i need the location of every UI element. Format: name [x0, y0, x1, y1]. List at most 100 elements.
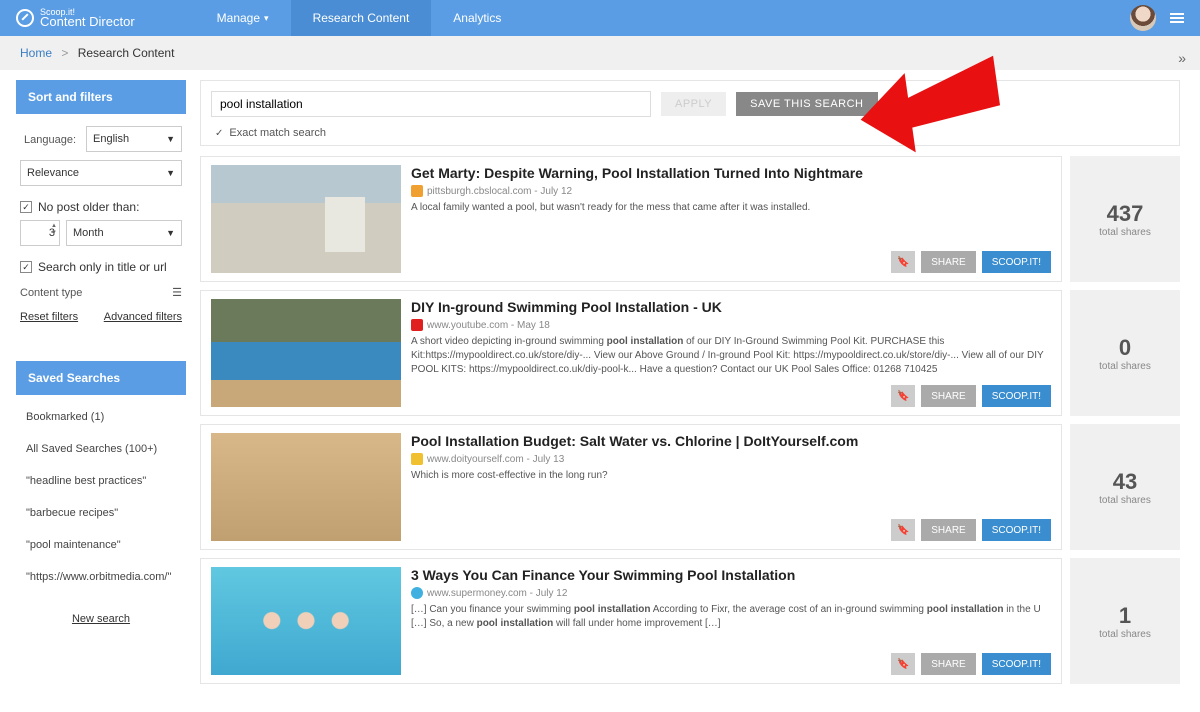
- content-area: APPLY SAVE THIS SEARCH ✓ Exact match sea…: [200, 80, 1180, 692]
- bookmark-button[interactable]: 🔖: [891, 251, 915, 273]
- bookmark-button[interactable]: 🔖: [891, 385, 915, 407]
- new-search-link[interactable]: New search: [72, 613, 130, 625]
- reset-filters-link[interactable]: Reset filters: [20, 311, 78, 323]
- result-meta: pittsburgh.cbslocal.com - July 12: [411, 185, 1051, 197]
- saved-search-item[interactable]: All Saved Searches (100+): [16, 433, 186, 465]
- source-icon: [411, 319, 423, 331]
- nav-manage[interactable]: Manage▾: [195, 0, 291, 36]
- chevron-down-icon: ▼: [166, 228, 175, 238]
- title-url-checkbox[interactable]: ✓: [20, 261, 32, 273]
- result-thumbnail[interactable]: [211, 165, 401, 273]
- result-card: Pool Installation Budget: Salt Water vs.…: [200, 424, 1062, 550]
- result-description: Which is more cost-effective in the long…: [411, 469, 1051, 483]
- nav-analytics[interactable]: Analytics: [431, 0, 523, 36]
- advanced-filters-link[interactable]: Advanced filters: [104, 311, 182, 323]
- scoopit-button[interactable]: SCOOP.IT!: [982, 385, 1051, 407]
- language-label: Language:: [24, 134, 76, 146]
- chevron-down-icon: ▼: [166, 134, 175, 144]
- shares-label: total shares: [1099, 361, 1151, 372]
- saved-searches-list: Bookmarked (1)All Saved Searches (100+)"…: [16, 395, 186, 599]
- result-row: Pool Installation Budget: Salt Water vs.…: [200, 424, 1180, 550]
- share-button[interactable]: SHARE: [921, 251, 975, 273]
- logo[interactable]: Scoop.it!Content Director: [16, 8, 135, 28]
- result-meta: www.youtube.com - May 18: [411, 319, 1051, 331]
- result-description: A local family wanted a pool, but wasn't…: [411, 201, 1051, 215]
- chevron-down-icon: ▾: [264, 13, 269, 24]
- sort-select[interactable]: Relevance▼: [20, 160, 182, 186]
- result-description: A short video depicting in-ground swimmi…: [411, 335, 1051, 377]
- exact-match-label: Exact match search: [229, 127, 326, 139]
- saved-search-item[interactable]: "pool maintenance": [16, 529, 186, 561]
- menu-icon[interactable]: [1170, 13, 1184, 23]
- save-search-button[interactable]: SAVE THIS SEARCH: [736, 92, 877, 116]
- result-thumbnail[interactable]: [211, 433, 401, 541]
- saved-search-item[interactable]: "https://www.orbitmedia.com/": [16, 561, 186, 593]
- title-url-label: Search only in title or url: [38, 260, 167, 274]
- result-row: 3 Ways You Can Finance Your Swimming Poo…: [200, 558, 1180, 684]
- breadcrumb: Home > Research Content »: [0, 36, 1200, 70]
- result-description: […] Can you finance your swimming pool i…: [411, 603, 1051, 631]
- apply-button[interactable]: APPLY: [661, 92, 726, 116]
- no-older-label: No post older than:: [38, 200, 139, 214]
- brand-name: Content Director: [40, 14, 135, 29]
- filters-header: Sort and filters: [16, 80, 186, 114]
- age-unit-select[interactable]: Month▼: [66, 220, 182, 246]
- result-thumbnail[interactable]: [211, 567, 401, 675]
- collapse-sidebar-icon[interactable]: »: [1178, 50, 1186, 66]
- shares-box: 1total shares: [1070, 558, 1180, 684]
- language-select[interactable]: English▼: [86, 126, 182, 152]
- source-icon: [411, 587, 423, 599]
- topbar: Scoop.it!Content Director Manage▾ Resear…: [0, 0, 1200, 36]
- shares-count: 1: [1119, 603, 1131, 629]
- chevron-down-icon: ▼: [166, 168, 175, 178]
- scoopit-button[interactable]: SCOOP.IT!: [982, 653, 1051, 675]
- no-older-checkbox[interactable]: ✓: [20, 201, 32, 213]
- shares-count: 0: [1119, 335, 1131, 361]
- shares-label: total shares: [1099, 495, 1151, 506]
- shares-label: total shares: [1099, 227, 1151, 238]
- share-button[interactable]: SHARE: [921, 653, 975, 675]
- age-number-input[interactable]: 3 ▲▼: [20, 220, 60, 246]
- bookmark-button[interactable]: 🔖: [891, 653, 915, 675]
- source-icon: [411, 185, 423, 197]
- source-icon: [411, 453, 423, 465]
- shares-box: 43total shares: [1070, 424, 1180, 550]
- scoopit-button[interactable]: SCOOP.IT!: [982, 251, 1051, 273]
- result-meta: www.doityourself.com - July 13: [411, 453, 1051, 465]
- content-type-label: Content type: [20, 287, 82, 299]
- shares-label: total shares: [1099, 629, 1151, 640]
- bookmark-button[interactable]: 🔖: [891, 519, 915, 541]
- result-row: Get Marty: Despite Warning, Pool Install…: [200, 156, 1180, 282]
- saved-search-item[interactable]: "barbecue recipes": [16, 497, 186, 529]
- exact-match-checkbox[interactable]: ✓: [215, 128, 223, 139]
- top-nav: Manage▾ Research Content Analytics: [195, 0, 524, 36]
- result-card: 3 Ways You Can Finance Your Swimming Poo…: [200, 558, 1062, 684]
- compass-icon: [16, 9, 34, 27]
- result-card: Get Marty: Despite Warning, Pool Install…: [200, 156, 1062, 282]
- results-list: Get Marty: Despite Warning, Pool Install…: [200, 156, 1180, 684]
- scoopit-button[interactable]: SCOOP.IT!: [982, 519, 1051, 541]
- result-title[interactable]: Pool Installation Budget: Salt Water vs.…: [411, 433, 1051, 449]
- result-title[interactable]: 3 Ways You Can Finance Your Swimming Poo…: [411, 567, 1051, 583]
- saved-search-item[interactable]: Bookmarked (1): [16, 401, 186, 433]
- result-row: DIY In-ground Swimming Pool Installation…: [200, 290, 1180, 416]
- saved-search-item[interactable]: "headline best practices": [16, 465, 186, 497]
- shares-count: 43: [1113, 469, 1137, 495]
- avatar[interactable]: [1130, 5, 1156, 31]
- search-input[interactable]: [211, 91, 651, 117]
- result-meta: www.supermoney.com - July 12: [411, 587, 1051, 599]
- shares-box: 0total shares: [1070, 290, 1180, 416]
- shares-box: 437total shares: [1070, 156, 1180, 282]
- sidebar: Sort and filters Language: English▼ Rele…: [16, 80, 186, 692]
- saved-searches-header: Saved Searches: [16, 361, 186, 395]
- breadcrumb-home[interactable]: Home: [20, 46, 52, 60]
- search-bar: APPLY SAVE THIS SEARCH ✓ Exact match sea…: [200, 80, 1180, 146]
- content-type-menu-icon[interactable]: ☰: [172, 286, 182, 299]
- share-button[interactable]: SHARE: [921, 519, 975, 541]
- result-title[interactable]: Get Marty: Despite Warning, Pool Install…: [411, 165, 1051, 181]
- nav-research[interactable]: Research Content: [291, 0, 432, 36]
- result-thumbnail[interactable]: [211, 299, 401, 407]
- result-title[interactable]: DIY In-ground Swimming Pool Installation…: [411, 299, 1051, 315]
- shares-count: 437: [1107, 201, 1144, 227]
- share-button[interactable]: SHARE: [921, 385, 975, 407]
